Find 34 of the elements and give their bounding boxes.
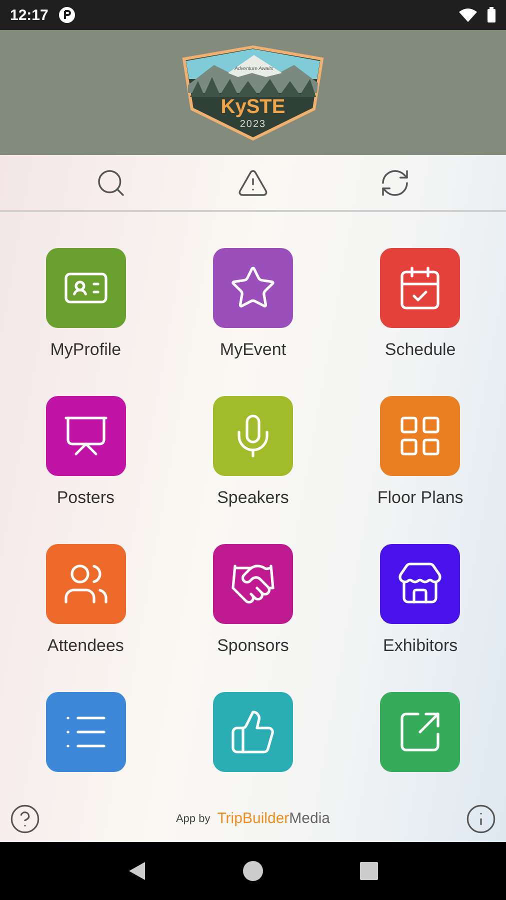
tile-label: Attendees (47, 636, 124, 656)
menu-tile[interactable] (380, 544, 460, 624)
status-time: 12:17 (10, 6, 48, 24)
menu-tile[interactable] (212, 248, 293, 328)
menu-tile[interactable] (46, 248, 126, 328)
help-button[interactable] (9, 802, 41, 834)
home-icon[interactable] (242, 860, 264, 882)
tile-label: Floor Plans (377, 488, 464, 508)
brand-name: TripBuilderMedia (217, 810, 330, 827)
back-icon[interactable] (128, 861, 146, 881)
tile-label: MyProfile (50, 340, 122, 360)
logo-title: KySTE (220, 96, 286, 118)
menu-tile[interactable] (46, 692, 126, 772)
tile-label: Posters (56, 488, 114, 508)
wifi-icon (459, 8, 477, 22)
battery-icon (487, 7, 496, 23)
tile-label: Schedule (384, 340, 456, 360)
menu-tile[interactable] (380, 248, 460, 328)
menu-tile[interactable] (212, 544, 293, 624)
notification-icon (58, 6, 76, 24)
info-button[interactable] (465, 802, 497, 834)
menu-tile[interactable] (212, 396, 293, 476)
menu-tile[interactable] (46, 396, 126, 476)
tile-label: Sponsors (217, 636, 289, 656)
tile-label: Speakers (217, 488, 289, 508)
menu-tile[interactable] (380, 692, 460, 772)
logo-year: 2023 (240, 118, 266, 130)
credit-text: App by (176, 812, 210, 824)
menu-tile[interactable] (212, 692, 293, 772)
tile-label: MyEvent (220, 340, 286, 360)
menu-tile[interactable] (46, 544, 126, 624)
thumbs-up-icon (228, 708, 277, 756)
tile-label: Exhibitors (383, 636, 458, 656)
menu-tile[interactable] (380, 396, 460, 476)
